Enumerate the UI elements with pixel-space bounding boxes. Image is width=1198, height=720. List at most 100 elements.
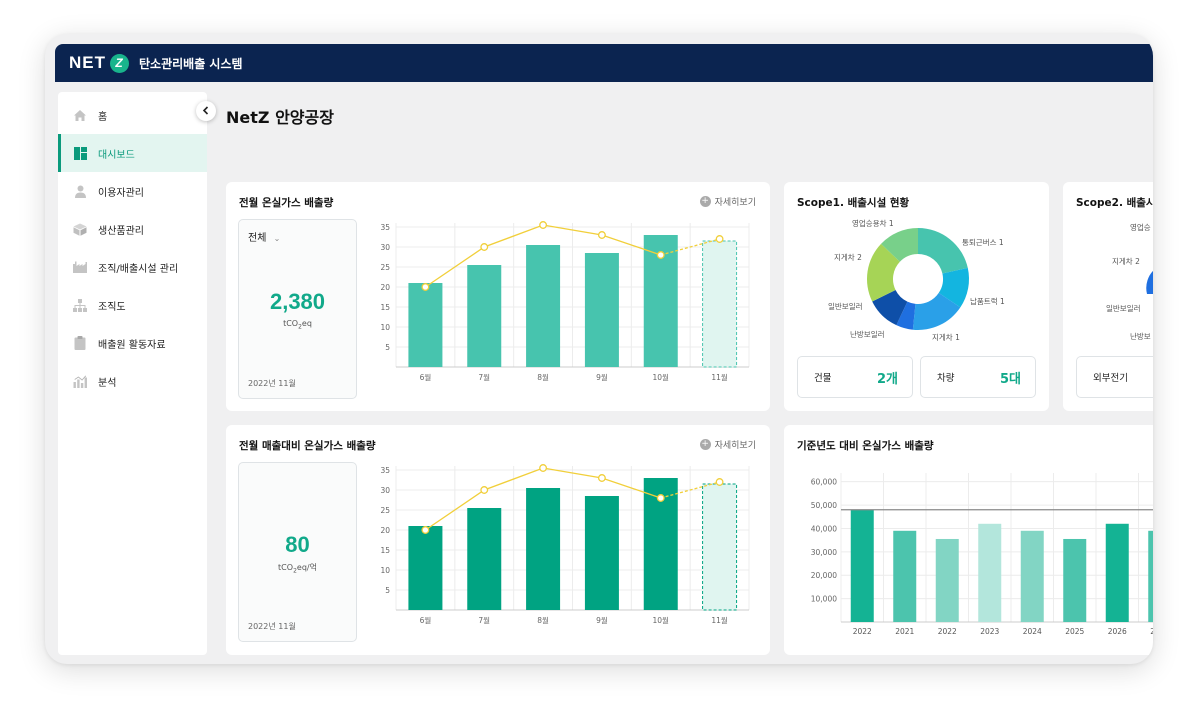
chart-bar (408, 526, 443, 610)
vehicle-count-box[interactable]: 차량 5대 (920, 356, 1036, 398)
y-tick-label: 25 (380, 263, 390, 272)
scope2-donut-slice (1146, 271, 1153, 294)
y-tick-label: 10 (380, 323, 390, 332)
sidebar-item-facilities[interactable]: 조직/배출시설 관리 (58, 248, 207, 286)
chart-bar (526, 245, 561, 367)
x-tick-label: 2022 (938, 627, 957, 636)
x-tick-label: 2026 (1108, 627, 1127, 636)
sales-emissions-chart: 5 10 15 20 25 30 35 6월 7월 8월 9월 10월 11월 (380, 464, 750, 625)
y-tick-label: 20,000 (811, 571, 837, 580)
vehicle-label: 차량 (937, 373, 955, 384)
sidebar-item-home[interactable]: 홈 (58, 96, 207, 134)
user-icon (72, 183, 88, 199)
card-title: Scope2. 배출시설 (1076, 197, 1153, 209)
baseline-emissions-card: 기준년도 대비 온실가스 배출량 10,000 20,000 30,000 40,00… (784, 425, 1153, 655)
x-tick-label: 6월 (420, 615, 432, 625)
sidebar-item-label: 조직/배출시설 관리 (98, 263, 179, 275)
y-tick-label: 15 (380, 303, 390, 312)
x-tick-label: 8월 (537, 615, 549, 625)
sidebar-item-label: 이용자관리 (98, 187, 144, 199)
emissions-value: 2,380 (269, 289, 326, 314)
x-tick-label: 2024 (1023, 627, 1042, 636)
trend-point (597, 474, 606, 482)
y-tick-label: 5 (385, 586, 390, 595)
y-tick-label: 40,000 (811, 524, 837, 533)
home-icon (72, 107, 88, 123)
trend-point (480, 486, 489, 494)
sidebar-item-label: 대시보드 (98, 149, 135, 161)
card-title: 전월 매출대비 온실가스 배출량 (239, 440, 376, 452)
x-tick-label: 2022 (853, 627, 872, 636)
chart-bar (408, 283, 443, 367)
view-details-link[interactable]: + 자세히보기 (699, 438, 756, 451)
chevron-left-icon (202, 105, 210, 118)
card-title: 전월 온실가스 배출량 (239, 197, 334, 209)
factory-icon (72, 259, 88, 275)
emissions-summary-box: 전체 ⌄ 2,380 tCO2eq 2022년 11월 (238, 219, 357, 399)
trend-point (480, 243, 489, 251)
building-label: 건물 (814, 373, 832, 384)
external-electricity-box[interactable]: 외부전기 (1076, 356, 1153, 398)
trend-point (656, 494, 665, 502)
emissions-unit: tCO2eq (283, 319, 312, 331)
x-tick-label: 10월 (653, 372, 670, 382)
x-tick-label: 7월 (478, 615, 490, 625)
dashboard-icon (72, 145, 88, 161)
sidebar-item-products[interactable]: 생산품관리 (58, 210, 207, 248)
building-count-box[interactable]: 건물 2개 (797, 356, 913, 398)
chart-bar (1063, 538, 1087, 622)
sales-emissions-value: 80 (285, 532, 310, 557)
monthly-emissions-card: 전월 온실가스 배출량 + 자세히보기 전체 ⌄ 2,380 tCO2eq 20… (226, 182, 770, 411)
slice-label: 일반보일러 (828, 302, 863, 311)
netz-logo[interactable]: NET Z (69, 53, 129, 73)
trend-point (539, 464, 548, 472)
y-tick-label: 30 (380, 243, 390, 252)
slice-label: 영업승용차 1 (852, 218, 894, 228)
x-tick-label: 2025 (1065, 627, 1084, 636)
summary-date: 2022년 11월 (248, 622, 296, 631)
y-tick-label: 10 (380, 566, 390, 575)
view-details-label: 자세히보기 (714, 198, 756, 208)
vehicle-count: 5대 (999, 371, 1021, 387)
sidebar-item-activity-data[interactable]: 배출원 활동자료 (58, 324, 207, 362)
trend-point (597, 231, 606, 239)
monthly-emissions-chart: 5 10 15 20 25 30 35 6월 7월 8월 9월 10월 11월 (380, 221, 750, 382)
y-tick-label: 30,000 (811, 548, 837, 557)
chart-bar (467, 508, 502, 610)
chart-bar (1020, 530, 1044, 622)
view-details-link[interactable]: + 자세히보기 (699, 195, 756, 208)
plus-circle-icon: + (699, 196, 711, 207)
sidebar-item-users[interactable]: 이용자관리 (58, 172, 207, 210)
sidebar-item-analytics[interactable]: 분석 (58, 362, 207, 400)
sidebar-item-dashboard[interactable]: 대시보드 (58, 134, 207, 172)
sidebar-item-label: 홈 (98, 111, 108, 123)
x-tick-label: 2021 (895, 627, 914, 636)
y-tick-label: 20 (380, 526, 390, 535)
scope2-donut-chart: 영업승 지게차 2 일반보일러 난방보 (1106, 222, 1153, 341)
y-tick-label: 25 (380, 506, 390, 515)
sidebar-item-org-chart[interactable]: 조직도 (58, 286, 207, 324)
sidebar-collapse-button[interactable] (196, 101, 216, 121)
chart-bar (526, 488, 561, 610)
chart-bar (1148, 530, 1153, 622)
y-tick-label: 50,000 (811, 501, 837, 510)
x-tick-label: 6월 (420, 372, 432, 382)
x-tick-label: 9월 (596, 372, 608, 382)
card-title: 기준년도 대비 온실가스 배출량 (797, 440, 934, 452)
slice-label: 난방보일러 (850, 329, 885, 339)
sales-emissions-unit: tCO2eq/억 (278, 563, 317, 575)
app-title: 탄소관리배출 시스템 (139, 56, 243, 71)
chart-bar (584, 496, 619, 610)
scope-filter-select[interactable]: 전체 ⌄ (248, 229, 280, 244)
scope2-slice-label: 일반보일러 (1106, 304, 1141, 313)
chevron-down-icon: ⌄ (273, 234, 281, 243)
x-tick-label: 2027 (1150, 627, 1153, 636)
sales-summary-box: 80 tCO2eq/억 2022년 11월 (238, 462, 357, 642)
view-details-label: 자세히보기 (714, 441, 756, 451)
donut-slice (918, 228, 968, 274)
y-tick-label: 10,000 (811, 595, 837, 604)
y-tick-label: 20 (380, 283, 390, 292)
sidebar-item-label: 분석 (98, 377, 117, 389)
y-tick-label: 35 (380, 223, 390, 232)
x-tick-label: 2023 (980, 627, 999, 636)
